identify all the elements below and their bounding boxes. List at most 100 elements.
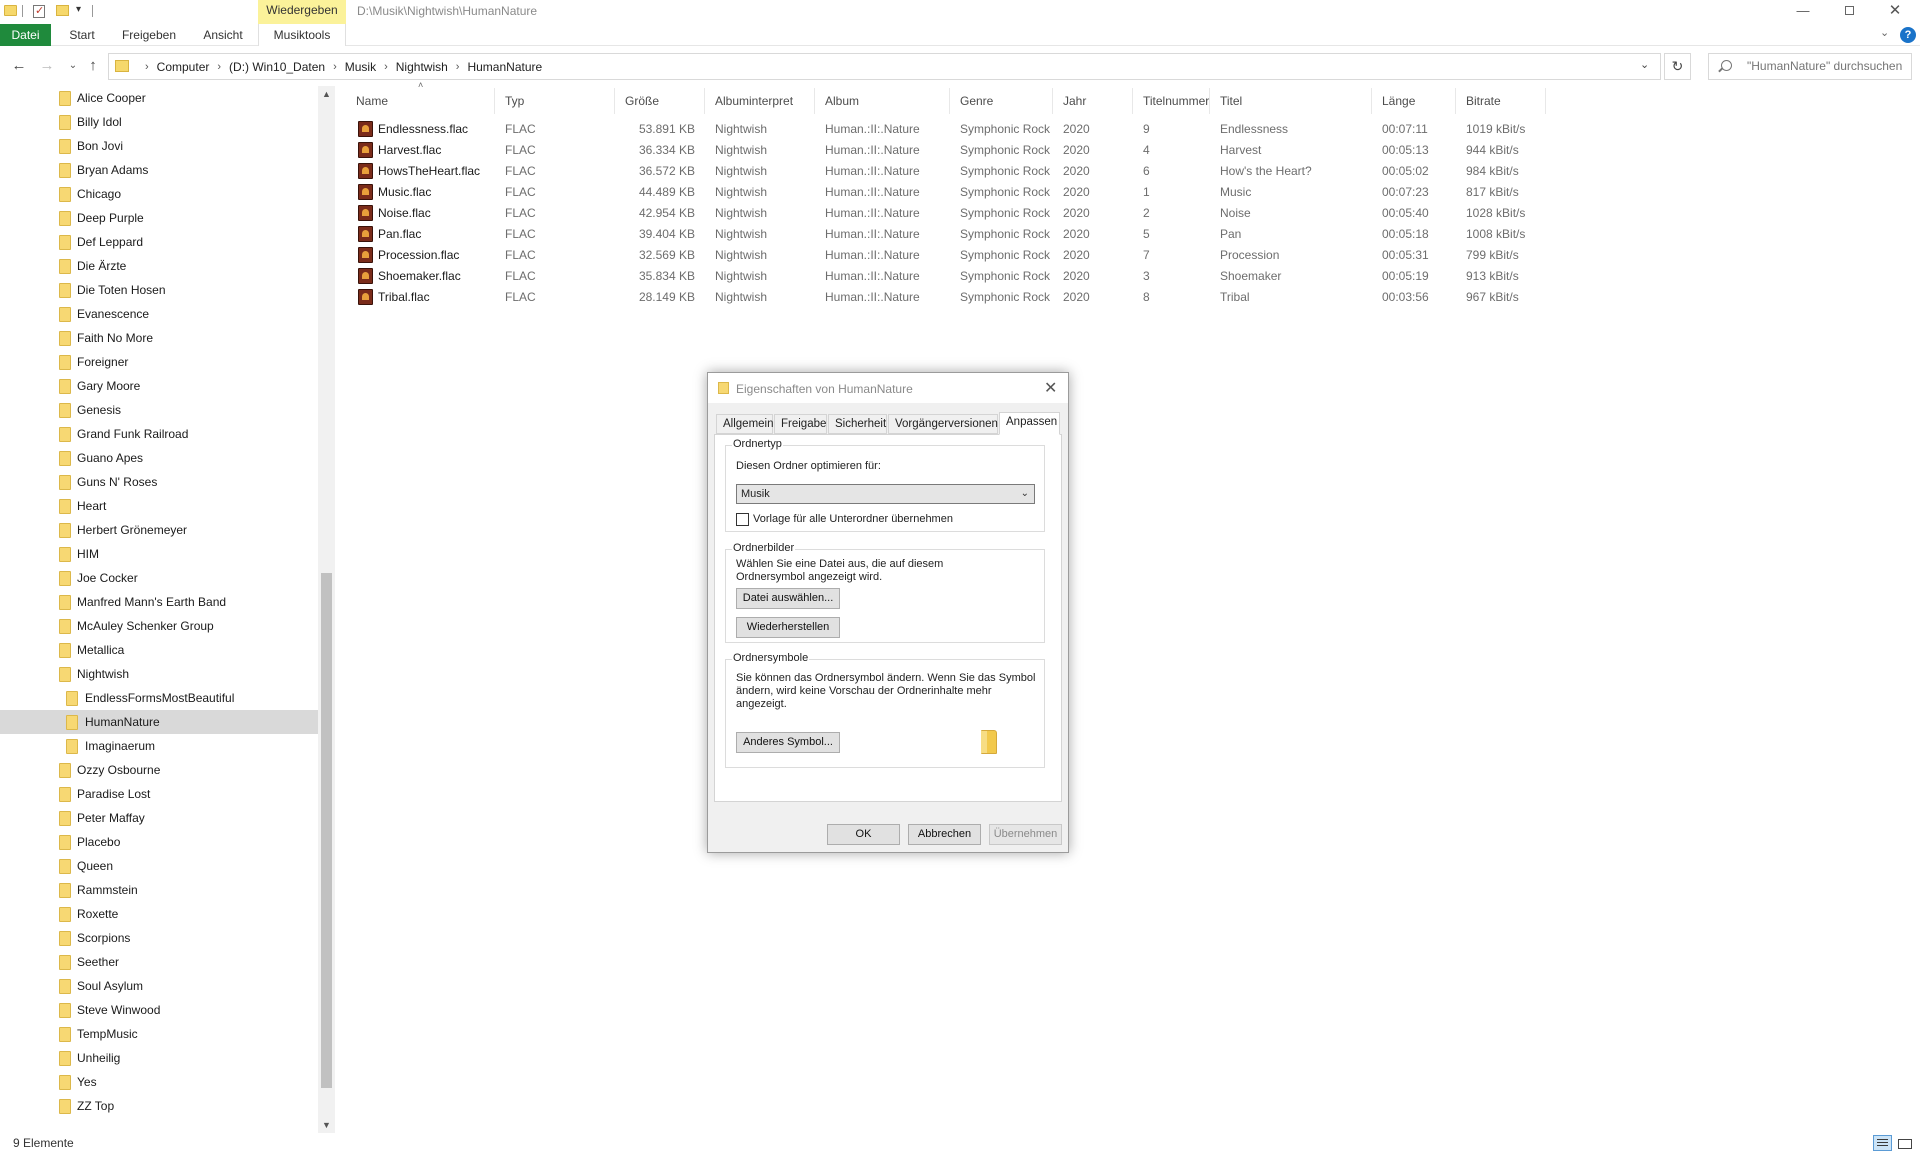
tree-item[interactable]: Soul Asylum xyxy=(0,974,318,998)
breadcrumb-item[interactable]: Musik xyxy=(345,60,376,74)
column-header[interactable]: Album xyxy=(815,88,950,114)
tree-item[interactable]: Imaginaerum xyxy=(0,734,318,758)
table-row[interactable]: Endlessness.flac FLAC 53.891 KB Nightwish Hu… xyxy=(346,119,1906,140)
tree-item[interactable]: Unheilig xyxy=(0,1046,318,1070)
chevron-down-icon[interactable]: ⌄ xyxy=(1880,26,1894,42)
scrollbar-thumb[interactable] xyxy=(321,573,332,1088)
tab-allgemein[interactable]: Allgemein xyxy=(716,414,774,434)
tab-start[interactable]: Start xyxy=(64,24,100,46)
tree-item[interactable]: Nightwish xyxy=(0,662,318,686)
new-folder-icon[interactable] xyxy=(56,5,69,16)
tree-item[interactable]: ZZ Top xyxy=(0,1094,318,1118)
tree-item[interactable]: Metallica xyxy=(0,638,318,662)
tree-item[interactable]: Guns N' Roses xyxy=(0,470,318,494)
large-icons-view-icon[interactable] xyxy=(1895,1135,1914,1151)
chevron-right-icon[interactable]: › xyxy=(456,61,460,73)
column-header[interactable]: Größe xyxy=(615,88,705,114)
ok-button[interactable]: OK xyxy=(827,824,900,845)
template-checkbox-label[interactable]: Vorlage für alle Unterordner übernehmen xyxy=(753,513,953,526)
navigation-scrollbar[interactable]: ▲ ▼ xyxy=(318,86,335,1133)
column-header[interactable]: Albuminterpret xyxy=(705,88,815,114)
chevron-right-icon[interactable]: › xyxy=(217,61,221,73)
chevron-right-icon[interactable]: › xyxy=(384,61,388,73)
table-row[interactable]: Harvest.flac FLAC 36.334 KB Nightwish Human.… xyxy=(346,140,1906,161)
tree-item[interactable]: Steve Winwood xyxy=(0,998,318,1022)
properties-icon[interactable] xyxy=(33,4,45,18)
table-row[interactable]: Pan.flac FLAC 39.404 KB Nightwish Human.:II:… xyxy=(346,224,1906,245)
quick-access-dropdown-icon[interactable]: ▾ xyxy=(76,4,81,18)
tab-musiktools[interactable]: Musiktools xyxy=(258,24,346,46)
table-row[interactable]: Noise.flac FLAC 42.954 KB Nightwish Human.:I… xyxy=(346,203,1906,224)
cancel-button[interactable]: Abbrechen xyxy=(908,824,981,845)
tree-item[interactable]: Gary Moore xyxy=(0,374,318,398)
column-header[interactable]: Titelnummer xyxy=(1133,88,1210,114)
tree-item[interactable]: Peter Maffay xyxy=(0,806,318,830)
tab-sicherheit[interactable]: Sicherheit xyxy=(828,414,887,434)
column-header[interactable]: Name xyxy=(346,88,495,114)
tab-ansicht[interactable]: Ansicht xyxy=(200,24,246,46)
close-icon[interactable]: ✕ xyxy=(1044,378,1057,398)
chevron-right-icon[interactable]: › xyxy=(145,61,149,73)
refresh-icon[interactable]: ↻ xyxy=(1664,53,1691,80)
column-header[interactable]: Bitrate xyxy=(1456,88,1546,114)
column-header[interactable]: Länge xyxy=(1372,88,1456,114)
tree-item[interactable]: Deep Purple xyxy=(0,206,318,230)
tree-item[interactable]: Ozzy Osbourne xyxy=(0,758,318,782)
tree-item[interactable]: Herbert Grönemeyer xyxy=(0,518,318,542)
table-row[interactable]: Shoemaker.flac FLAC 35.834 KB Nightwish Huma… xyxy=(346,266,1906,287)
tree-item[interactable]: TempMusic xyxy=(0,1022,318,1046)
tree-item[interactable]: Alice Cooper xyxy=(0,86,318,110)
details-view-icon[interactable] xyxy=(1873,1135,1892,1151)
chevron-down-icon[interactable]: ⌄ xyxy=(1640,58,1649,71)
back-arrow-icon[interactable]: ← xyxy=(9,56,29,76)
tree-item[interactable]: Manfred Mann's Earth Band xyxy=(0,590,318,614)
tree-item[interactable]: Chicago xyxy=(0,182,318,206)
tab-anpassen[interactable]: Anpassen xyxy=(999,412,1060,435)
tree-item[interactable]: Yes xyxy=(0,1070,318,1094)
tree-item[interactable]: Def Leppard xyxy=(0,230,318,254)
chevron-right-icon[interactable]: › xyxy=(333,61,337,73)
optimize-select[interactable]: Musik ⌄ xyxy=(736,484,1035,504)
tab-freigabe[interactable]: Freigabe xyxy=(774,414,827,434)
column-header[interactable]: Typ xyxy=(495,88,615,114)
tree-item[interactable]: Paradise Lost xyxy=(0,782,318,806)
help-icon[interactable]: ? xyxy=(1900,27,1916,43)
table-row[interactable]: Procession.flac FLAC 32.569 KB Nightwish Hum… xyxy=(346,245,1906,266)
search-box[interactable] xyxy=(1708,53,1912,80)
tree-item[interactable]: Joe Cocker xyxy=(0,566,318,590)
tab-vorgaengerversionen[interactable]: Vorgängerversionen xyxy=(888,414,998,434)
tree-item[interactable]: Bryan Adams xyxy=(0,158,318,182)
scroll-up-icon[interactable]: ▲ xyxy=(322,89,331,99)
column-header[interactable]: Titel xyxy=(1210,88,1372,114)
tree-item[interactable]: HIM xyxy=(0,542,318,566)
restore-button[interactable]: Wiederherstellen xyxy=(736,617,840,638)
recent-locations-icon[interactable]: ⌄ xyxy=(63,56,83,76)
template-checkbox[interactable] xyxy=(736,513,749,526)
tree-item[interactable]: HumanNature xyxy=(0,710,318,734)
column-header[interactable]: Genre xyxy=(950,88,1053,114)
tree-item[interactable]: Bon Jovi xyxy=(0,134,318,158)
minimize-button[interactable]: — xyxy=(1780,0,1826,22)
tree-item[interactable]: Evanescence xyxy=(0,302,318,326)
tab-datei[interactable]: Datei xyxy=(0,24,51,46)
apply-button[interactable]: Übernehmen xyxy=(989,824,1062,845)
tree-item[interactable]: Placebo xyxy=(0,830,318,854)
tree-item[interactable]: Scorpions xyxy=(0,926,318,950)
forward-arrow-icon[interactable]: → xyxy=(37,56,57,76)
tree-item[interactable]: Foreigner xyxy=(0,350,318,374)
breadcrumb-item[interactable]: Computer xyxy=(157,60,210,74)
table-row[interactable]: HowsTheHeart.flac FLAC 36.572 KB Nightwish H… xyxy=(346,161,1906,182)
tree-item[interactable]: Heart xyxy=(0,494,318,518)
tree-item[interactable]: Roxette xyxy=(0,902,318,926)
up-arrow-icon[interactable]: ↑ xyxy=(83,56,103,76)
tree-item[interactable]: Faith No More xyxy=(0,326,318,350)
scroll-down-icon[interactable]: ▼ xyxy=(322,1120,331,1130)
breadcrumb-item[interactable]: Nightwish xyxy=(396,60,448,74)
breadcrumb-item[interactable]: HumanNature xyxy=(467,60,542,74)
tree-item[interactable]: Seether xyxy=(0,950,318,974)
breadcrumb-item[interactable]: (D:) Win10_Daten xyxy=(229,60,325,74)
change-icon-button[interactable]: Anderes Symbol... xyxy=(736,732,840,753)
tree-item[interactable]: Billy Idol xyxy=(0,110,318,134)
tree-item[interactable]: Die Ärzte xyxy=(0,254,318,278)
address-bar[interactable]: › Computer › (D:) Win10_Daten › Musik › … xyxy=(108,53,1661,80)
